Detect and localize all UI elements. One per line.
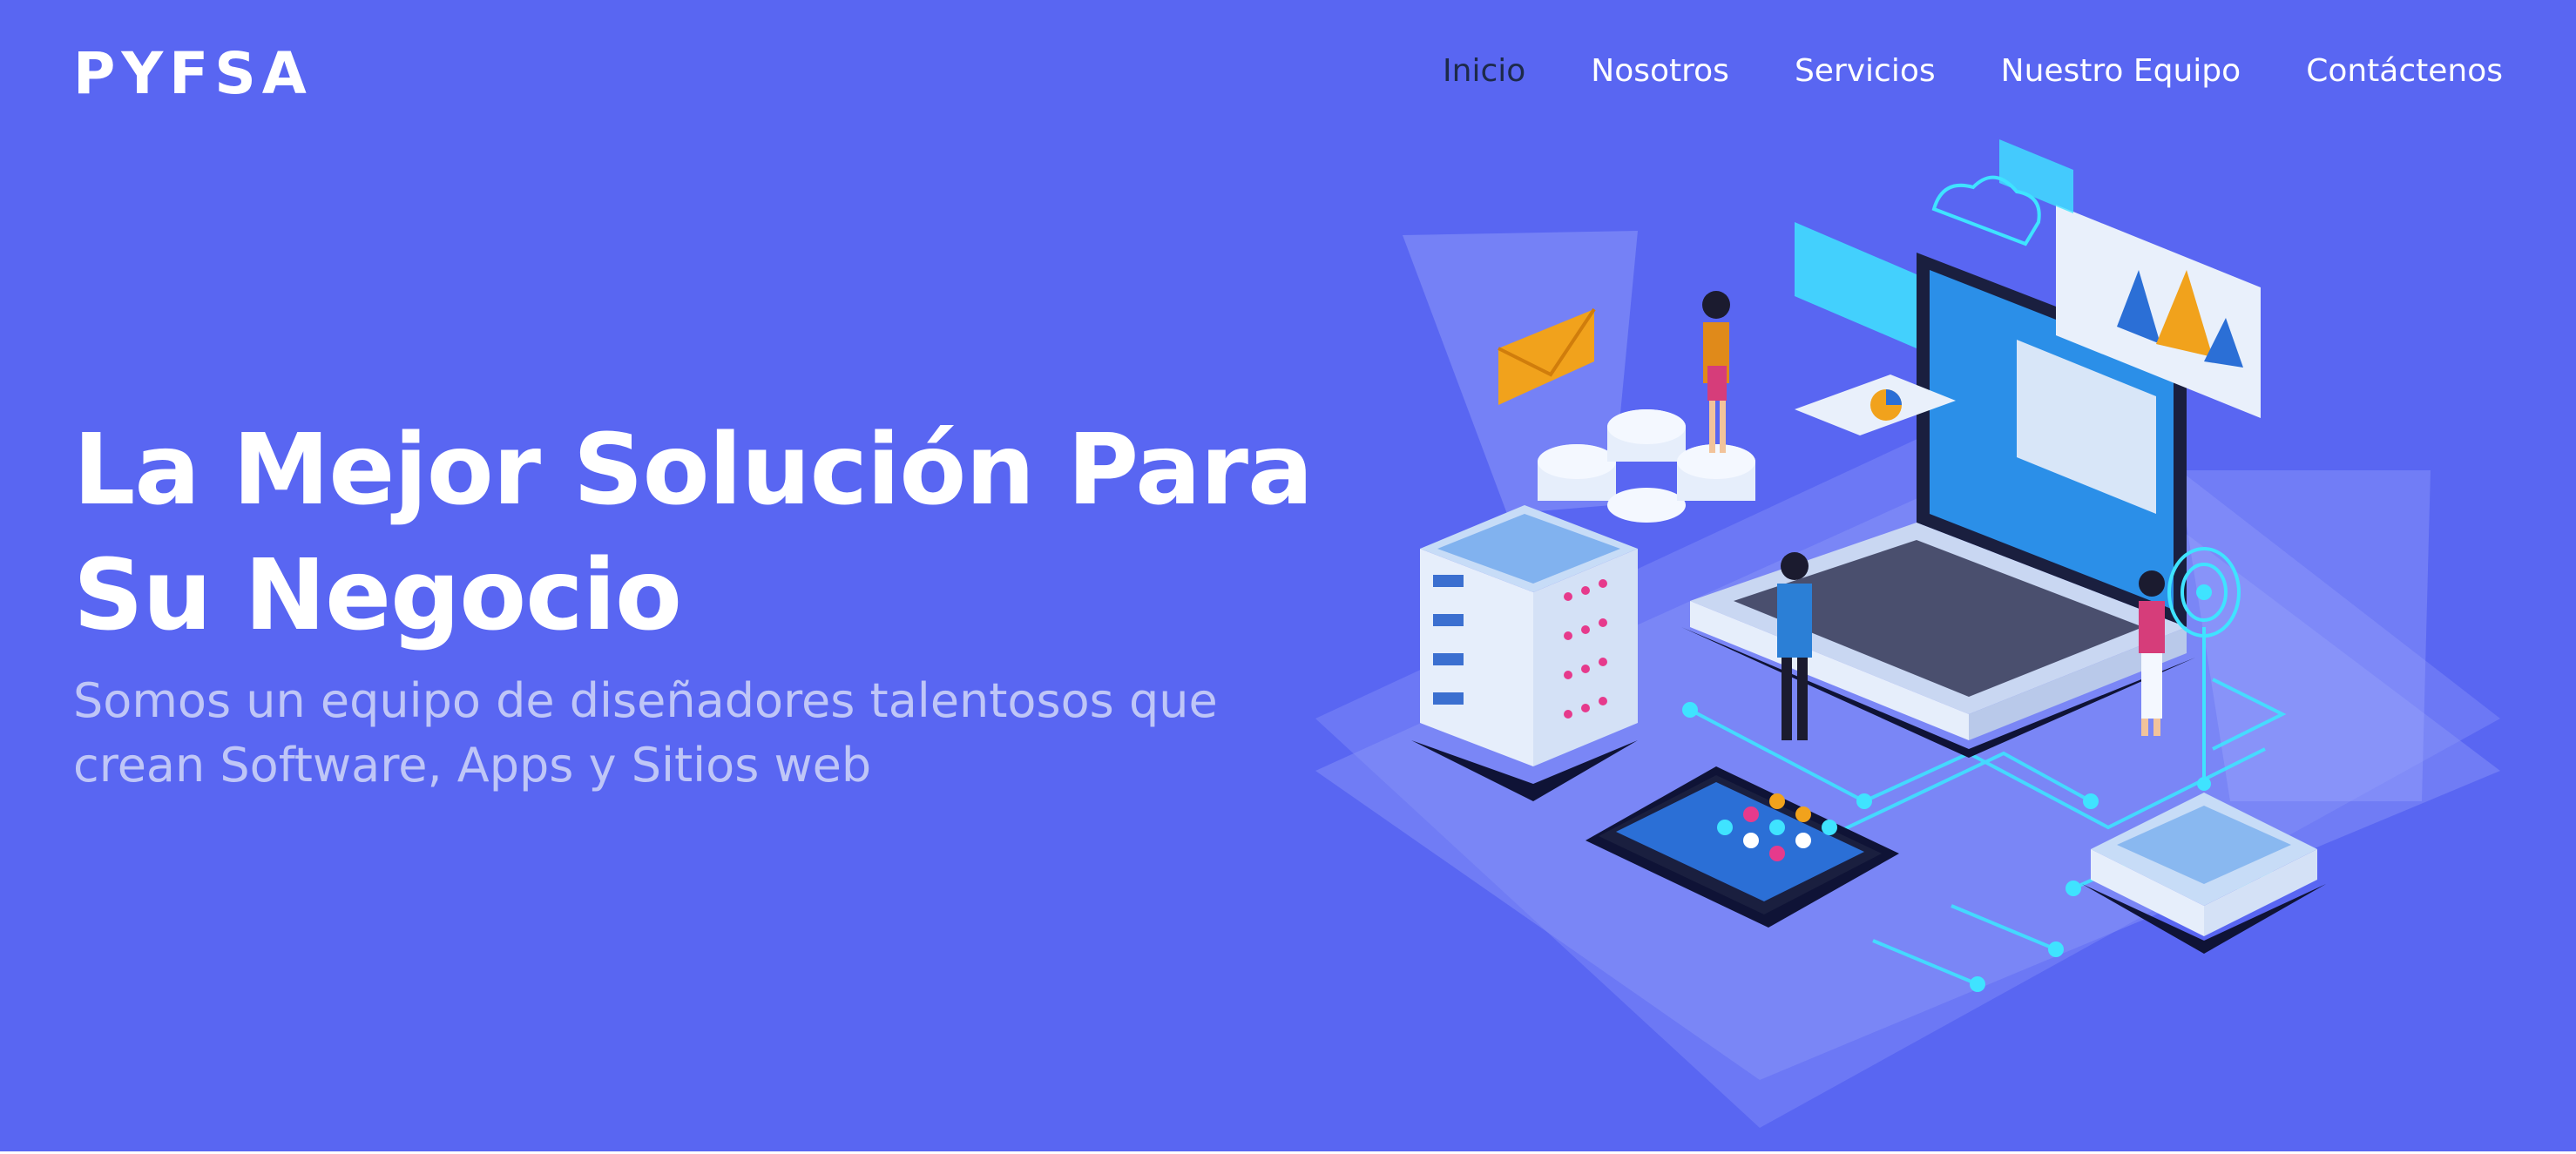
hero-headline: La Mejor Solución Para Su Negocio xyxy=(73,414,1314,652)
main-nav: Inicio Nosotros Servicios Nuestro Equipo… xyxy=(1443,56,2503,87)
nav-item-contactenos[interactable]: Contáctenos xyxy=(2306,56,2503,87)
person-woman-standing xyxy=(1702,291,1730,453)
logo[interactable]: PYFSA xyxy=(73,45,313,103)
nav-item-nosotros[interactable]: Nosotros xyxy=(1591,56,1729,87)
nav-item-inicio[interactable]: Inicio xyxy=(1443,56,1525,87)
nav-item-nuestro-equipo[interactable]: Nuestro Equipo xyxy=(2001,56,2241,87)
nav-item-servicios[interactable]: Servicios xyxy=(1795,56,1936,87)
hero-section: PYFSA Inicio Nosotros Servicios Nuestro … xyxy=(0,0,2576,1151)
hero-subtitle: Somos un equipo de diseñadores talentoso… xyxy=(73,673,1218,793)
server-rack-left xyxy=(1411,505,1638,801)
isometric-tech-illustration xyxy=(1315,139,2500,1128)
